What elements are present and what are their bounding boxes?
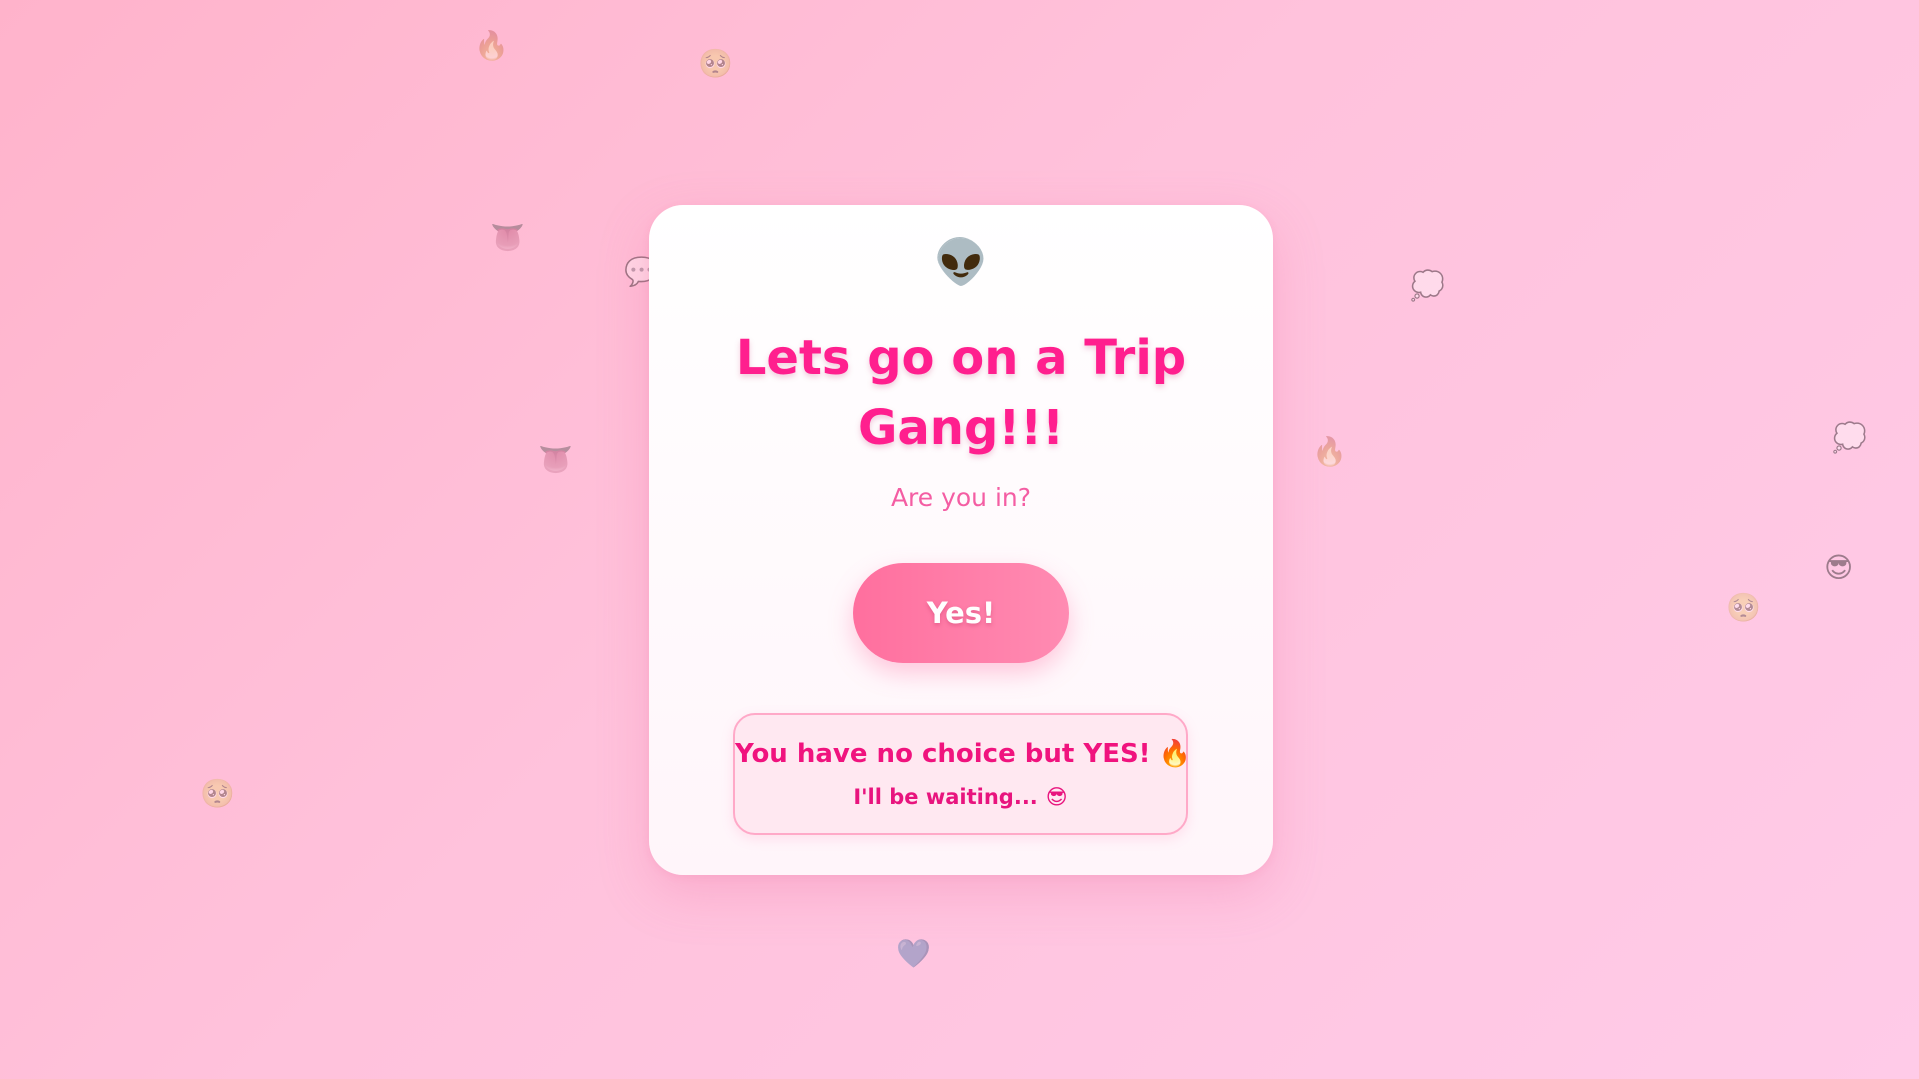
notice-line-1-text: You have no choice but YES! xyxy=(735,739,1151,769)
bg-pleading-face-icon: 🥺 xyxy=(698,47,733,80)
bg-sunglasses-face-icon: 😎 xyxy=(1824,551,1854,584)
page-title: Lets go on a Trip Gang!!! xyxy=(735,330,1187,456)
bg-pleading-face-icon: 🥺 xyxy=(1726,591,1761,624)
bg-fire-icon: 🔥 xyxy=(474,29,509,62)
bg-heart-icon: 💙 xyxy=(896,937,931,970)
invitation-card: 👽 Lets go on a Trip Gang!!! Are you in? … xyxy=(649,205,1273,875)
bg-tongue-icon: 👅 xyxy=(538,443,573,476)
sunglasses-face-icon: 😎 xyxy=(1045,785,1068,809)
notice-box: You have no choice but YES! 🔥 I'll be wai… xyxy=(733,713,1191,835)
bg-pleading-face-icon: 🥺 xyxy=(200,777,235,810)
bg-thought-bubble-icon: 💭 xyxy=(1410,269,1445,302)
fire-icon: 🔥 xyxy=(1158,739,1191,769)
notice-line-1: You have no choice but YES! 🔥 xyxy=(735,737,1191,771)
bg-tongue-icon: 👅 xyxy=(490,221,525,254)
yes-button[interactable]: Yes! xyxy=(853,563,1069,663)
notice-line-2: I'll be waiting... 😎 xyxy=(735,783,1186,811)
alien-icon: 👽 xyxy=(933,237,989,288)
subtitle: Are you in? xyxy=(890,483,1032,512)
bg-thought-bubble-icon: 💭 xyxy=(1832,421,1867,454)
bg-fire-icon: 🔥 xyxy=(1312,435,1347,468)
notice-line-2-text: I'll be waiting... xyxy=(853,785,1038,809)
